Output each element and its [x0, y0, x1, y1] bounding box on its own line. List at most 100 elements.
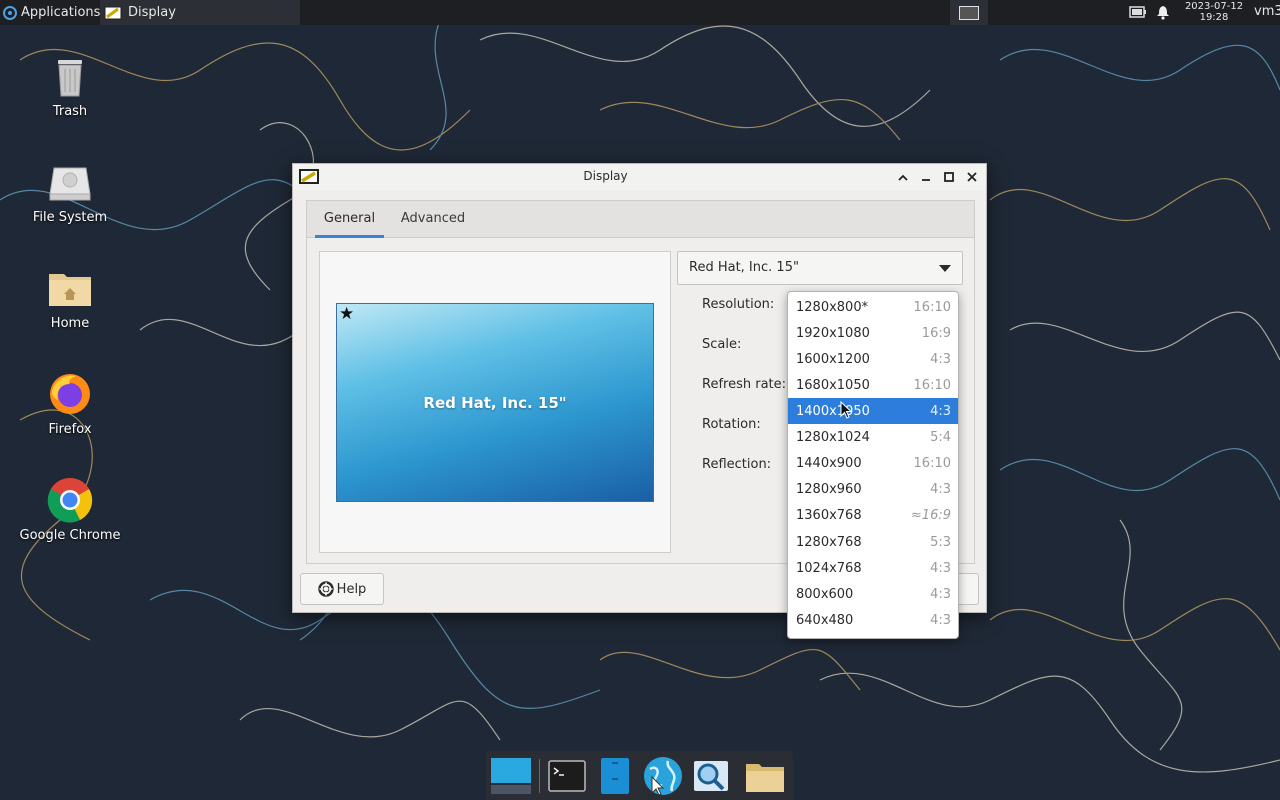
- desktop-icon-trash[interactable]: Trash: [10, 52, 130, 119]
- resolution-value: 1280x768: [796, 535, 862, 550]
- resolution-value: 1400x1050: [796, 404, 870, 419]
- aspect-ratio: 16:9: [921, 326, 951, 341]
- display-app-icon: [104, 6, 122, 19]
- desktop-icon-label: File System: [32, 210, 108, 225]
- dock-folder[interactable]: [743, 756, 787, 796]
- tab-general[interactable]: General: [315, 201, 384, 238]
- maximize-icon: [944, 172, 954, 182]
- workspace-switcher[interactable]: [950, 0, 988, 25]
- trash-icon: [46, 52, 94, 100]
- home-folder-icon: [46, 264, 94, 312]
- clock[interactable]: 2023-07-12 19:28: [1180, 0, 1248, 23]
- aspect-ratio: 4:3: [930, 404, 951, 419]
- show-desktop-icon: [491, 758, 531, 794]
- resolution-option[interactable]: 1680x1050 16:10: [788, 372, 958, 398]
- help-button[interactable]: Help: [300, 573, 384, 605]
- aspect-ratio: 4:3: [930, 482, 951, 497]
- tab-bar: General Advanced: [307, 201, 974, 238]
- battery-icon[interactable]: [1129, 6, 1147, 18]
- app-finder-icon: [694, 761, 728, 791]
- resolution-label: Resolution:: [702, 297, 775, 312]
- dock-show-desktop[interactable]: [489, 756, 533, 796]
- workspace-thumbnail-icon: [959, 5, 979, 20]
- monitor-preview-area: ★ Red Hat, Inc. 15": [319, 251, 671, 553]
- resolution-option[interactable]: 1280x960 4:3: [788, 476, 958, 502]
- resolution-option[interactable]: 1024x768 4:3: [788, 555, 958, 581]
- dropdown-arrow-icon: [939, 265, 951, 272]
- window-minimize-button[interactable]: [918, 169, 934, 185]
- window-maximize-button[interactable]: [941, 169, 957, 185]
- bottom-dock: [486, 751, 793, 800]
- desktop-icon-label: Trash: [52, 104, 88, 119]
- window-titlebar[interactable]: Display: [293, 164, 986, 190]
- clock-time: 19:28: [1199, 12, 1229, 23]
- monitor-preview[interactable]: ★ Red Hat, Inc. 15": [336, 303, 654, 502]
- display-select-value: Red Hat, Inc. 15": [689, 260, 799, 275]
- xfce-logo-icon: [3, 5, 17, 20]
- taskbar-button-display[interactable]: Display: [100, 0, 300, 25]
- minimize-icon: [922, 179, 930, 181]
- resolution-value: 1440x900: [796, 456, 862, 471]
- resolution-option-highlighted[interactable]: 1400x1050 4:3: [788, 398, 958, 424]
- chevron-up-icon: [898, 174, 908, 181]
- resolution-value: 1360x768: [796, 508, 862, 523]
- display-select[interactable]: Red Hat, Inc. 15": [677, 251, 963, 285]
- close-icon: [967, 172, 977, 182]
- top-panel: Applications ⋮ Display 2023-07-12 19:28 …: [0, 0, 1280, 25]
- web-browser-icon: [644, 757, 682, 796]
- resolution-option[interactable]: 1360x768 ≈16:9: [788, 502, 958, 529]
- file-manager-icon: [601, 758, 629, 794]
- aspect-ratio: 16:10: [913, 378, 951, 393]
- mouse-pointer-icon: [840, 401, 852, 419]
- resolution-dropdown: 1280x800* 16:10 1920x1080 16:9 1600x1200 4:…: [787, 291, 959, 639]
- aspect-ratio: 5:4: [930, 430, 951, 445]
- resolution-option[interactable]: 1280x800* 16:10: [788, 294, 958, 320]
- resolution-option[interactable]: 640x480 4:3: [788, 607, 958, 633]
- resolution-option[interactable]: 1280x1024 5:4: [788, 424, 958, 450]
- resolution-value: 1280x960: [796, 482, 862, 497]
- resolution-option[interactable]: 1600x1200 4:3: [788, 346, 958, 372]
- resolution-option[interactable]: 1440x900 16:10: [788, 450, 958, 476]
- desktop-icon-home[interactable]: Home: [10, 264, 130, 331]
- resolution-option[interactable]: 1280x768 5:3: [788, 529, 958, 555]
- refresh-rate-label: Refresh rate:: [702, 377, 787, 392]
- applications-label: Applications: [21, 5, 101, 20]
- hard-drive-icon: [46, 158, 94, 206]
- firefox-icon: [46, 370, 94, 418]
- resolution-value: 1600x1200: [796, 352, 870, 367]
- window-close-button[interactable]: [964, 169, 980, 185]
- window-title: Display: [583, 169, 628, 183]
- resolution-option[interactable]: 1920x1080 16:9: [788, 320, 958, 346]
- resolution-option[interactable]: 800x600 4:3: [788, 581, 958, 607]
- user-menu[interactable]: vm3: [1254, 4, 1280, 19]
- aspect-ratio: 4:3: [930, 587, 951, 602]
- dock-terminal[interactable]: [545, 756, 589, 796]
- applications-menu-button[interactable]: Applications ⋮: [0, 0, 115, 25]
- aspect-ratio: 4:3: [930, 561, 951, 576]
- window-shade-button[interactable]: [895, 169, 911, 185]
- folder-icon: [746, 764, 784, 792]
- taskbar-button-label: Display: [128, 5, 176, 20]
- aspect-ratio: 16:10: [913, 300, 951, 315]
- desktop-icon-label: Google Chrome: [19, 528, 121, 543]
- tab-advanced[interactable]: Advanced: [396, 201, 470, 238]
- dock-web-browser[interactable]: [641, 756, 685, 796]
- resolution-value: 1024x768: [796, 561, 862, 576]
- dock-file-manager[interactable]: [593, 756, 637, 796]
- aspect-ratio: 4:3: [930, 613, 951, 628]
- resolution-value: 640x480: [796, 613, 854, 628]
- desktop-icon-label: Firefox: [48, 422, 92, 437]
- aspect-ratio: 16:10: [913, 456, 951, 471]
- resolution-value: 1680x1050: [796, 378, 870, 393]
- desktop-icon-firefox[interactable]: Firefox: [10, 370, 130, 437]
- resolution-value: 800x600: [796, 587, 854, 602]
- dock-separator: [539, 759, 540, 793]
- desktop-icon-file-system[interactable]: File System: [10, 158, 130, 225]
- dock-app-finder[interactable]: [689, 756, 733, 796]
- desktop-icon-google-chrome[interactable]: Google Chrome: [10, 476, 130, 543]
- rotation-label: Rotation:: [702, 417, 761, 432]
- notification-bell-icon[interactable]: [1156, 5, 1170, 20]
- reflection-label: Reflection:: [702, 457, 772, 472]
- lifebuoy-icon: [317, 581, 334, 597]
- resolution-value: 1280x800*: [796, 300, 869, 315]
